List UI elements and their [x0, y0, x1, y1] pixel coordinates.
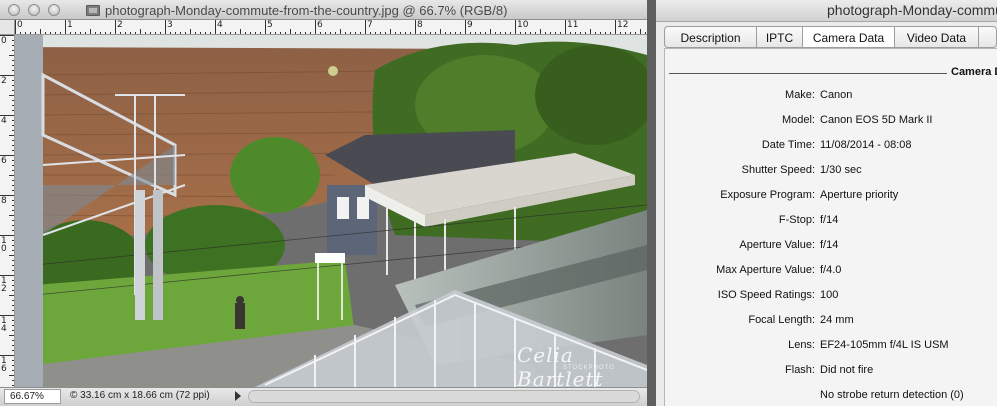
ruler-tick: [15, 20, 16, 34]
ruler-tick: [65, 20, 66, 34]
document-size-info[interactable]: © 33.16 cm x 18.66 cm (72 ppi): [66, 389, 234, 404]
ruler-label: 0: [1, 36, 7, 46]
watermark-subtitle: STOCKPHOTO: [563, 365, 615, 371]
field-aperture-value: Aperture Value: f/14: [739, 239, 839, 251]
document-title: photograph-Monday-commute-from-the-count…: [105, 2, 508, 18]
ruler-origin[interactable]: [0, 20, 15, 35]
ruler-label: 6: [317, 20, 323, 30]
ruler-label: 0: [17, 20, 23, 30]
document-dimensions: 33.16 cm x 18.66 cm (72 ppi): [80, 390, 210, 401]
window-gap: [647, 0, 656, 406]
ruler-tick: [615, 20, 616, 34]
ruler-label: 1: [67, 20, 73, 30]
field-iso-speed: ISO Speed Ratings: 100: [717, 289, 839, 301]
tab-more[interactable]: [978, 26, 997, 48]
document-proxy-icon[interactable]: [86, 4, 100, 16]
ruler-tick: [265, 20, 266, 34]
horizontal-ruler[interactable]: 0 1 2 3 4 5 6 7 8 9 10 11 12: [15, 20, 647, 35]
bush: [230, 137, 320, 213]
ruler-tick: [365, 20, 366, 34]
commuter: [235, 303, 245, 329]
file-info-titlebar[interactable]: photograph-Monday-commute: [656, 0, 997, 22]
ruler-tick: [165, 20, 166, 34]
ruler-label: 10: [517, 20, 529, 30]
camera-data-panel: Camera Data Make: Canon Model: Canon EOS…: [664, 48, 997, 406]
ruler-label: 5: [267, 20, 273, 30]
ruler-label: 14: [1, 316, 7, 334]
close-window-button[interactable]: [8, 4, 20, 16]
document-statusbar: 66.67% © 33.16 cm x 18.66 cm (72 ppi): [0, 387, 647, 406]
ruler-label: 8: [417, 20, 423, 30]
horizontal-scrollbar[interactable]: [248, 390, 640, 403]
ruler-tick: [315, 20, 316, 34]
field-shutter-speed: Shutter Speed: 1/30 sec: [741, 164, 862, 176]
field-flash-detail: No strobe return detection (0): [820, 389, 964, 401]
ruler-label: 12: [1, 276, 7, 294]
ruler-tick: [515, 20, 516, 34]
section-divider: [669, 73, 947, 74]
field-model: Model: Canon EOS 5D Mark II: [781, 114, 933, 126]
file-info-tabs: Description IPTC Camera Data Video Data: [664, 26, 997, 48]
field-exposure-program: Exposure Program: Aperture priority: [720, 189, 899, 201]
ruler-tick: [115, 20, 116, 34]
field-date-time: Date Time: 11/08/2014 - 08:08: [761, 139, 912, 151]
field-make: Make: Canon: [785, 89, 853, 101]
ruler-label: 11: [567, 20, 579, 30]
minimize-window-button[interactable]: [28, 4, 40, 16]
bridge-pillar: [135, 190, 145, 320]
vertical-ruler[interactable]: 0 2 4 6 8 10 12 14 16: [0, 35, 15, 387]
section-title: Camera Data: [951, 66, 997, 78]
zoom-window-button[interactable]: [48, 4, 60, 16]
field-max-aperture-value: Max Aperture Value: f/4.0: [716, 264, 842, 276]
ruler-label: 10: [1, 236, 7, 254]
ruler-label: 3: [167, 20, 173, 30]
ruler-label: 2: [117, 20, 123, 30]
tab-video-data[interactable]: Video Data: [894, 26, 978, 48]
ruler-label: 4: [1, 116, 7, 126]
document-info-icon: ©: [70, 390, 81, 401]
field-focal-length: Focal Length: 24 mm: [748, 314, 854, 326]
tab-iptc[interactable]: IPTC: [756, 26, 802, 48]
field-flash: Flash: Did not fire: [785, 364, 874, 376]
image-canvas[interactable]: Celia Bartlett STOCKPHOTO: [15, 35, 647, 387]
document-titlebar[interactable]: photograph-Monday-commute-from-the-count…: [0, 0, 647, 20]
ruler-label: 9: [467, 20, 473, 30]
ruler-tick: [565, 20, 566, 34]
zoom-level-field[interactable]: 66.67%: [4, 389, 61, 404]
ruler-label: 16: [1, 356, 7, 374]
tab-description[interactable]: Description: [664, 26, 756, 48]
ruler-tick: [215, 20, 216, 34]
ruler-tick: [465, 20, 466, 34]
commute-photo: [15, 35, 647, 387]
station-sign: [315, 253, 345, 263]
ruler-label: 4: [217, 20, 223, 30]
ruler-tick: [415, 20, 416, 34]
status-menu-arrow-icon[interactable]: [235, 391, 241, 401]
ruler-label: 8: [1, 196, 7, 206]
ruler-label: 2: [1, 76, 7, 86]
footbridge-side: [15, 35, 43, 387]
ruler-label: 12: [617, 20, 629, 30]
field-lens: Lens: EF24-105mm f/4L IS USM: [788, 339, 949, 351]
tab-camera-data[interactable]: Camera Data: [802, 26, 894, 48]
file-info-title: photograph-Monday-commute: [827, 2, 997, 18]
image-document-window: photograph-Monday-commute-from-the-count…: [0, 0, 647, 406]
file-info-dialog: photograph-Monday-commute Description IP…: [656, 0, 997, 406]
ruler-label: 6: [1, 156, 7, 166]
ruler-label: 7: [367, 20, 373, 30]
field-f-stop: F-Stop: f/14: [778, 214, 839, 226]
